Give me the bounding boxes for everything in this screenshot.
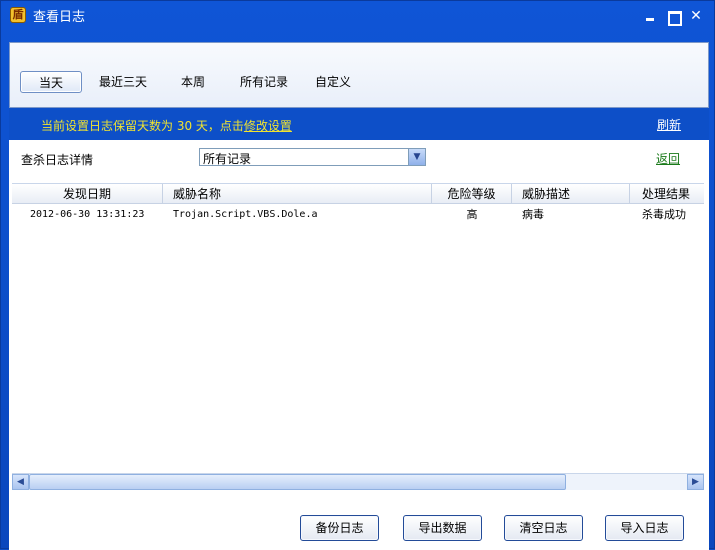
refresh-link[interactable]: 刷新	[657, 116, 681, 133]
tab-last-three-days[interactable]: 最近三天	[94, 71, 152, 93]
tab-custom[interactable]: 自定义	[310, 71, 356, 93]
title-bar[interactable]: 盾 查看日志 ✕	[1, 1, 715, 31]
minimize-icon[interactable]	[642, 8, 658, 24]
scroll-left-icon[interactable]: ◀	[12, 474, 29, 490]
cell-threat-name: Trojan.Script.VBS.Dole.a	[173, 209, 318, 220]
clear-log-button[interactable]: 清空日志	[504, 515, 583, 541]
client-area: 当天 最近三天 本周 所有记录 自定义 当前设置日志保留天数为 30 天，点击修…	[9, 42, 709, 550]
modify-settings-link[interactable]: 修改设置	[244, 119, 292, 133]
record-filter-value: 所有记录	[203, 152, 252, 166]
export-data-button[interactable]: 导出数据	[403, 515, 482, 541]
cell-result: 杀毒成功	[642, 208, 686, 221]
cell-threat-description: 病毒	[522, 208, 544, 221]
tab-all-records[interactable]: 所有记录	[235, 71, 293, 93]
close-icon[interactable]: ✕	[688, 8, 704, 24]
cell-risk-level: 高	[466, 208, 478, 221]
cell-found-date: 2012-06-30 13:31:23	[30, 209, 145, 220]
backup-log-button[interactable]: 备份日志	[300, 515, 379, 541]
log-table: 发现日期 威胁名称 危险等级 威胁描述 处理结果 2012-06-30 13:3…	[12, 183, 704, 489]
record-filter-select[interactable]: 所有记录 ▼	[199, 148, 426, 166]
tab-today[interactable]: 当天	[20, 71, 82, 93]
table-row[interactable]: 2012-06-30 13:31:23 Trojan.Script.VBS.Do…	[12, 206, 704, 224]
column-found-date[interactable]: 发现日期	[12, 184, 163, 204]
column-result[interactable]: 处理结果	[630, 184, 704, 204]
detail-toolbar: 查杀日志详情 所有记录 ▼ 返回	[9, 140, 709, 182]
detail-label: 查杀日志详情	[21, 153, 94, 167]
import-log-button[interactable]: 导入日志	[605, 515, 684, 541]
window-title: 查看日志	[33, 10, 86, 25]
column-threat-name[interactable]: 威胁名称	[163, 184, 432, 204]
table-header: 发现日期 威胁名称 危险等级 威胁描述 处理结果	[12, 184, 704, 204]
column-risk-level[interactable]: 危险等级	[432, 184, 512, 204]
retention-notice: 当前设置日志保留天数为 30 天，点击修改设置	[41, 117, 292, 134]
scroll-right-icon[interactable]: ▶	[687, 474, 704, 490]
time-range-tabs: 当天 最近三天 本周 所有记录 自定义	[9, 42, 709, 108]
chevron-down-icon[interactable]: ▼	[408, 149, 425, 165]
tab-this-week[interactable]: 本周	[173, 71, 213, 93]
horizontal-scrollbar[interactable]: ◀ ▶	[12, 473, 704, 490]
retention-text: 当前设置日志保留天数为 30 天，点击	[41, 119, 244, 133]
maximize-icon[interactable]	[665, 8, 682, 26]
shield-icon: 盾	[10, 7, 26, 23]
back-link[interactable]: 返回	[656, 150, 680, 167]
retention-bar: 当前设置日志保留天数为 30 天，点击修改设置 刷新	[9, 108, 709, 140]
log-viewer-window: 盾 查看日志 ✕ 当天 最近三天 本周 所有记录 自定义 当前设置日志保留天数为…	[0, 0, 715, 550]
scrollbar-thumb[interactable]	[29, 474, 566, 490]
column-threat-description[interactable]: 威胁描述	[512, 184, 630, 204]
